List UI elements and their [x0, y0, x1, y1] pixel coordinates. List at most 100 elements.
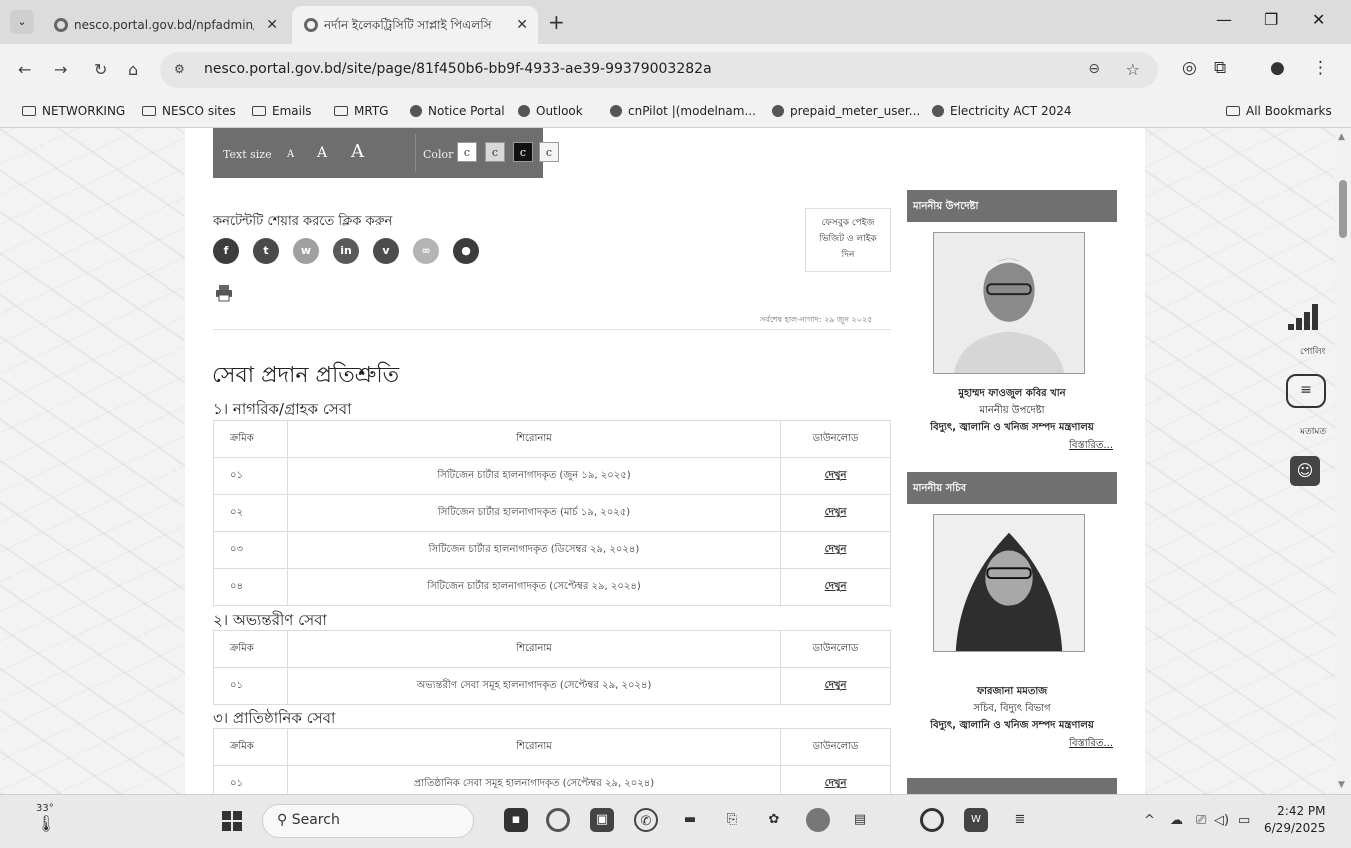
taskbar-clock[interactable]: 2:42 PM 6/29/2025 — [1264, 803, 1326, 837]
viber-icon[interactable]: v — [373, 238, 399, 264]
forward-button[interactable]: → — [54, 60, 67, 79]
bookmark-prepaid-meter[interactable]: prepaid_meter_user... — [772, 104, 920, 118]
whatsapp-app-icon[interactable]: ✆ — [634, 808, 658, 832]
view-link[interactable]: দেখুন — [780, 457, 891, 495]
link-icon[interactable]: ∞ — [413, 238, 439, 264]
tab-favicon-icon — [54, 18, 68, 32]
table-header-row: ক্রমিক শিরোনাম ডাউনলোড — [213, 728, 891, 766]
address-bar[interactable]: ⚙ nesco.portal.gov.bd/site/page/81f450b6… — [160, 52, 1158, 88]
accessibility-icon[interactable]: ☺ — [1290, 456, 1320, 486]
text-size-large[interactable]: A — [351, 141, 364, 162]
tab-close-icon[interactable]: ✕ — [266, 6, 278, 44]
color-option-white[interactable]: c — [457, 142, 477, 162]
title-cell: সিটিজেন চার্টার হালনাগাদকৃত (সেপ্টেম্বর … — [287, 568, 781, 606]
bookmark-mrtg[interactable]: MRTG — [334, 104, 388, 118]
print-icon[interactable] — [215, 284, 233, 302]
facebook-page-box[interactable]: ফেসবুক পেইজ ভিজিট ও লাইক দিন — [805, 208, 891, 272]
bookmark-star-icon[interactable]: ☆ — [1126, 60, 1140, 79]
extension-icon[interactable]: ◎ — [1182, 58, 1197, 78]
tab-close-icon[interactable]: ✕ — [516, 6, 528, 44]
header-download: ডাউনলোড — [780, 420, 891, 458]
battery-icon[interactable]: ▭ — [1238, 813, 1250, 828]
table-header-row: ক্রমিক শিরোনাম ডাউনলোড — [213, 420, 891, 458]
onedrive-icon[interactable]: ☁ — [1170, 813, 1183, 828]
secretary-details-link[interactable]: বিস্তারিত... — [1069, 736, 1113, 753]
settings-app-icon[interactable]: ✿ — [762, 808, 786, 832]
secretary-name: ফারজানা মমতাজ — [976, 686, 1048, 697]
bookmark-outlook[interactable]: Outlook — [518, 104, 583, 118]
word-app-icon[interactable]: W — [964, 808, 988, 832]
reload-button[interactable]: ↻ — [94, 60, 107, 79]
notepad-app-icon[interactable]: ≣ — [1008, 808, 1032, 832]
close-window-button[interactable]: ✕ — [1312, 10, 1325, 29]
bookmark-networking[interactable]: NETWORKING — [22, 104, 125, 118]
browser-menu-icon[interactable]: ⋮ — [1312, 58, 1329, 78]
terminal-app-icon[interactable]: ▪ — [504, 808, 528, 832]
fb-page-line: ফেসবুক পেইজ — [821, 218, 875, 228]
file-explorer-icon[interactable]: ▬ — [678, 808, 702, 832]
institutional-service-table: ক্রমিক শিরোনাম ডাউনলোড ০১ প্রাতিষ্ঠানিক … — [213, 728, 891, 794]
view-link[interactable]: দেখুন — [780, 568, 891, 606]
bookmark-cnpilot[interactable]: cnPilot |(modelnam... — [610, 104, 756, 118]
facebook-icon[interactable]: f — [213, 238, 239, 264]
color-option-light[interactable]: c — [539, 142, 559, 162]
text-size-small[interactable]: A — [287, 149, 294, 160]
scroll-thumb[interactable] — [1339, 180, 1347, 238]
messenger-icon[interactable]: ● — [453, 238, 479, 264]
view-link[interactable]: দেখুন — [780, 667, 891, 705]
remote-desktop-icon[interactable]: ⎘ — [720, 808, 744, 832]
page-scrollbar[interactable]: ▲ ▼ — [1335, 128, 1351, 794]
color-option-grey[interactable]: c — [485, 142, 505, 162]
all-bookmarks[interactable]: All Bookmarks — [1226, 104, 1332, 118]
media-app-icon[interactable] — [806, 808, 830, 832]
store-app-icon[interactable]: ▣ — [590, 808, 614, 832]
profile-avatar-icon[interactable]: ● — [1270, 58, 1285, 78]
view-link[interactable]: দেখুন — [780, 531, 891, 569]
bookmark-emails[interactable]: Emails — [252, 104, 312, 118]
new-tab-button[interactable]: + — [548, 10, 565, 34]
adviser-ministry: বিদ্যুৎ, জ্বালানি ও খনিজ সম্পদ মন্ত্রণাল… — [930, 422, 1094, 433]
photos-app-icon[interactable]: ▤ — [848, 808, 872, 832]
view-link[interactable]: দেখুন — [780, 765, 891, 794]
bookmark-notice-portal[interactable]: Notice Portal — [410, 104, 505, 118]
zoom-icon[interactable]: ⊖ — [1088, 61, 1100, 77]
bookmark-electricity-act[interactable]: Electricity ACT 2024 — [932, 104, 1071, 118]
browser-app-icon[interactable] — [546, 808, 570, 832]
divider — [415, 134, 416, 172]
text-size-medium[interactable]: A — [317, 145, 327, 161]
browser-tab-inactive[interactable]: nesco.portal.gov.bd/npfadmin/ ✕ — [42, 6, 288, 44]
adviser-details-link[interactable]: বিস্তারিত... — [1069, 438, 1113, 455]
back-button[interactable]: ← — [18, 60, 31, 79]
volume-icon[interactable]: ◁) — [1214, 813, 1229, 828]
header-serial: ক্রমিক — [213, 420, 288, 458]
polling-icon[interactable] — [1288, 304, 1320, 330]
title-cell: সিটিজেন চার্টার হালনাগাদকৃত (মার্চ ১৯, ২… — [287, 494, 781, 532]
feedback-icon[interactable]: ≡ — [1286, 374, 1326, 408]
restore-button[interactable]: ❐ — [1264, 10, 1278, 29]
whatsapp-icon[interactable]: w — [293, 238, 319, 264]
linkedin-icon[interactable]: in — [333, 238, 359, 264]
start-button[interactable] — [222, 811, 242, 831]
view-link[interactable]: দেখুন — [780, 494, 891, 532]
taskbar-search[interactable]: ⚲ Search — [262, 804, 474, 838]
clock-date: 6/29/2025 — [1264, 821, 1326, 835]
browser-tab-active[interactable]: নর্দান ইলেকট্রিসিটি সাপ্লাই পিএলসি ✕ — [292, 6, 538, 44]
color-option-black[interactable]: c — [513, 142, 533, 162]
tray-overflow-icon[interactable]: ^ — [1144, 813, 1155, 828]
tab-search-button[interactable]: ⌄ — [10, 10, 34, 34]
feedback-label[interactable]: মতামত — [1300, 424, 1326, 439]
twitter-icon[interactable]: t — [253, 238, 279, 264]
weather-widget[interactable]: 33° 🌡 — [36, 803, 56, 833]
network-icon[interactable]: ⎚ — [1196, 813, 1206, 828]
background-illustration-left — [0, 128, 185, 794]
minimize-button[interactable]: — — [1216, 10, 1232, 29]
chrome-app-icon[interactable] — [920, 808, 944, 832]
bookmark-nesco-sites[interactable]: NESCO sites — [142, 104, 236, 118]
extensions-puzzle-icon[interactable]: ⧉ — [1214, 58, 1226, 78]
site-info-icon[interactable]: ⚙ — [174, 62, 185, 76]
home-icon[interactable]: ⌂ — [128, 60, 138, 79]
table-row: ০১ সিটিজেন চার্টার হালনাগাদকৃত (জুন ১৯, … — [213, 457, 891, 495]
polling-label[interactable]: পোলিং — [1300, 344, 1326, 359]
scroll-down-arrow-icon[interactable]: ▼ — [1338, 780, 1345, 790]
scroll-up-arrow-icon[interactable]: ▲ — [1338, 132, 1345, 142]
